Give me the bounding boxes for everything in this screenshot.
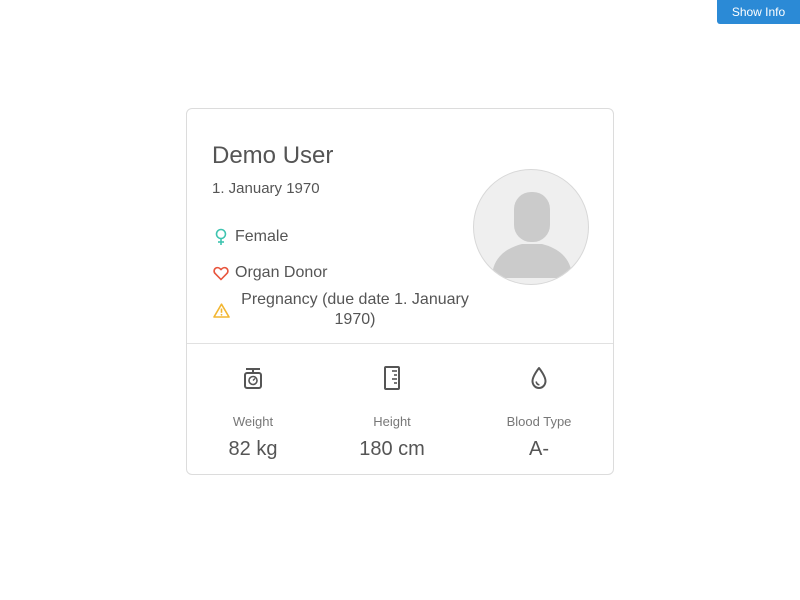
user-silhouette-icon (492, 192, 572, 278)
warning-icon (212, 301, 230, 319)
stat-weight-value: 82 kg (228, 438, 278, 460)
patient-summary: Demo User 1. January 1970 Female Organ D… (187, 109, 613, 344)
gender-row: Female (212, 228, 288, 246)
stat-blood-type: Blood Type A- (469, 344, 609, 461)
organ-donor-row: Organ Donor (212, 264, 328, 282)
stat-weight-label: Weight (232, 414, 274, 429)
gender-label: Female (235, 228, 289, 245)
stat-weight: Weight 82 kg (183, 344, 323, 461)
scale-icon (183, 366, 323, 392)
avatar (473, 169, 589, 285)
organ-donor-label: Organ Donor (235, 264, 328, 281)
pregnancy-row: Pregnancy (due date 1. January 1970) (212, 290, 475, 330)
ruler-icon (322, 366, 462, 392)
patient-card: Demo User 1. January 1970 Female Organ D… (186, 108, 614, 475)
show-info-button[interactable]: Show Info (717, 0, 800, 24)
drop-icon (469, 366, 609, 392)
stat-blood-type-value: A- (529, 438, 549, 460)
female-icon (212, 228, 230, 246)
patient-name: Demo User (212, 142, 334, 169)
vital-stats: Weight 82 kg Height 180 cm Blood Type A- (187, 344, 613, 474)
stat-height-label: Height (373, 414, 411, 429)
patient-dob: 1. January 1970 (212, 180, 320, 197)
heart-icon (212, 264, 230, 282)
stat-height: Height 180 cm (322, 344, 462, 461)
pregnancy-label: Pregnancy (due date 1. January 1970) (241, 291, 469, 328)
stat-blood-type-label: Blood Type (506, 414, 572, 429)
stat-height-value: 180 cm (359, 438, 425, 460)
